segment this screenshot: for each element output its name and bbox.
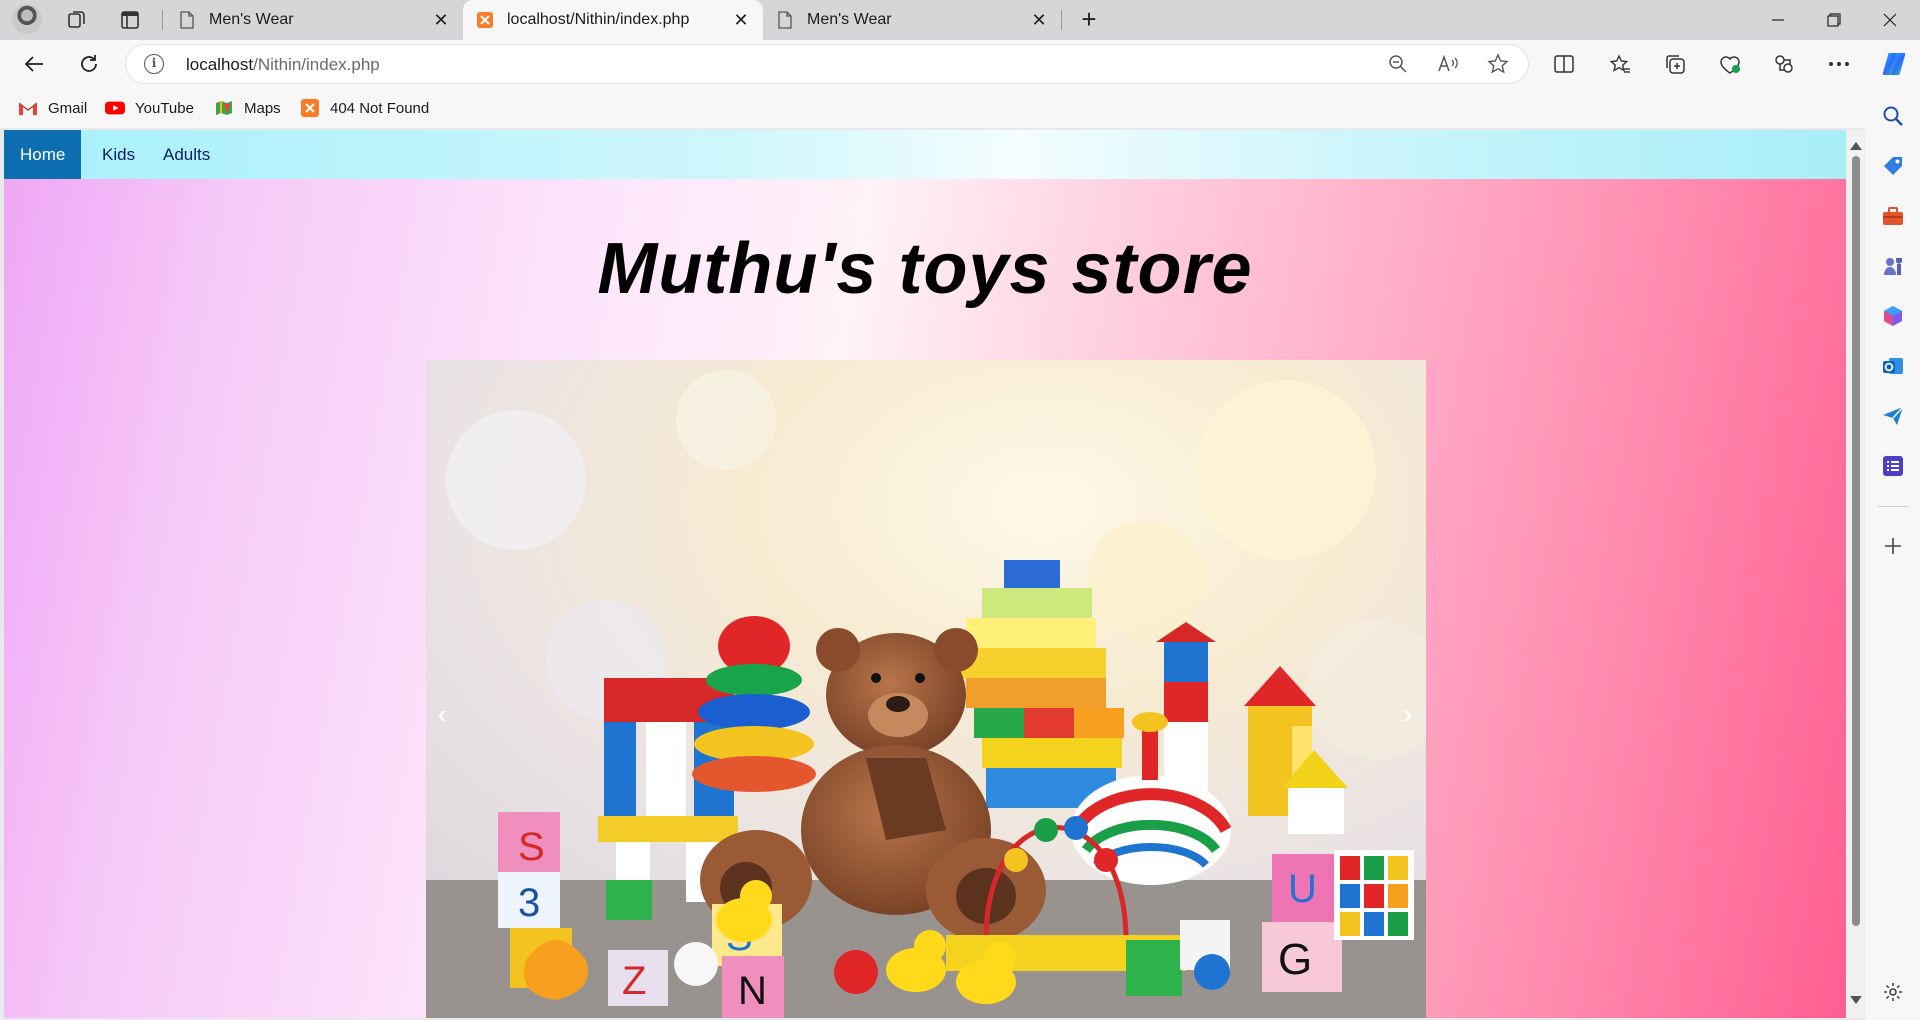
url-path: /Nithin/index.php bbox=[253, 55, 380, 74]
vertical-tabs-icon[interactable] bbox=[117, 7, 143, 33]
favorite-star-icon[interactable] bbox=[1486, 52, 1510, 76]
outlook-icon[interactable] bbox=[1879, 352, 1907, 380]
bookmark-gmail[interactable]: Gmail bbox=[18, 96, 87, 120]
site-info-icon[interactable]: i bbox=[144, 54, 164, 74]
extensions-icon[interactable] bbox=[1768, 48, 1800, 80]
svg-text:S: S bbox=[518, 825, 545, 869]
nav-adults[interactable]: Adults bbox=[147, 130, 226, 179]
bookmarks-bar: Gmail YouTube Maps 404 Not Found bbox=[0, 88, 1920, 128]
xampp-icon bbox=[300, 99, 320, 117]
svg-text:N: N bbox=[738, 969, 767, 1013]
navigation-toolbar: i localhost/Nithin/index.php bbox=[0, 40, 1920, 88]
close-tab-icon[interactable]: ✕ bbox=[1029, 10, 1049, 30]
search-icon[interactable] bbox=[1879, 102, 1907, 130]
profile-avatar[interactable] bbox=[12, 4, 42, 34]
send-icon[interactable] bbox=[1879, 402, 1907, 430]
toys-photo: S 3 Z S N U G bbox=[426, 360, 1426, 1018]
nav-home[interactable]: Home bbox=[4, 130, 82, 179]
carousel-next-button[interactable]: › bbox=[1398, 700, 1418, 730]
zoom-out-icon[interactable] bbox=[1386, 52, 1410, 76]
close-tab-icon[interactable]: ✕ bbox=[731, 10, 751, 30]
close-tab-icon[interactable]: ✕ bbox=[431, 10, 451, 30]
bookmark-label: Maps bbox=[244, 99, 281, 117]
youtube-icon bbox=[105, 99, 125, 117]
forms-list-icon[interactable] bbox=[1879, 452, 1907, 480]
url-host: localhost bbox=[186, 55, 254, 74]
browser-essentials-icon[interactable] bbox=[1714, 48, 1746, 80]
tab-title: Men's Wear bbox=[807, 11, 892, 28]
svg-text:3: 3 bbox=[518, 881, 540, 925]
page-scrollbar[interactable] bbox=[1846, 130, 1866, 1018]
shopping-tag-icon[interactable] bbox=[1879, 152, 1907, 180]
tools-icon[interactable] bbox=[1879, 202, 1907, 230]
scroll-up-arrow-icon[interactable] bbox=[1850, 142, 1862, 150]
page-icon bbox=[180, 11, 194, 29]
tab-strip-divider bbox=[162, 10, 163, 30]
page-icon bbox=[778, 11, 792, 29]
bookmark-label: 404 Not Found bbox=[330, 99, 430, 117]
games-icon[interactable] bbox=[1879, 252, 1907, 280]
page-title: Muthu's toys store bbox=[597, 229, 1253, 309]
tab-strip: Men's Wear ✕ localhost/Nithin/index.php … bbox=[0, 0, 1920, 40]
microsoft-365-icon[interactable] bbox=[1879, 302, 1907, 330]
workspaces-icon[interactable] bbox=[64, 7, 90, 33]
bookmark-youtube[interactable]: YouTube bbox=[105, 96, 194, 120]
bookmark-404-not-found[interactable]: 404 Not Found bbox=[300, 96, 429, 120]
read-aloud-icon[interactable] bbox=[1436, 52, 1460, 76]
site-navbar: Home Kids Adults bbox=[4, 130, 1846, 179]
bookmark-maps[interactable]: Maps bbox=[214, 96, 281, 120]
gmail-icon bbox=[18, 99, 38, 117]
close-window-button[interactable] bbox=[1862, 0, 1918, 40]
refresh-icon[interactable] bbox=[73, 48, 105, 80]
address-url[interactable]: localhost/Nithin/index.php bbox=[186, 55, 380, 75]
sidebar-divider bbox=[1878, 506, 1908, 507]
collections-icon[interactable] bbox=[1659, 48, 1691, 80]
tab-title: Men's Wear bbox=[209, 11, 294, 28]
bookmark-label: Gmail bbox=[48, 99, 88, 117]
address-bar[interactable]: i localhost/Nithin/index.php bbox=[126, 45, 1528, 83]
page-viewport: Home Kids Adults Muthu's toys store S 3 … bbox=[4, 130, 1846, 1018]
more-menu-icon[interactable] bbox=[1823, 48, 1855, 80]
split-screen-icon[interactable] bbox=[1548, 48, 1580, 80]
tab-localhost-index[interactable]: localhost/Nithin/index.php ✕ bbox=[463, 0, 763, 40]
svg-text:U: U bbox=[1288, 867, 1317, 911]
minimize-button[interactable] bbox=[1750, 0, 1806, 40]
tab-divider bbox=[1061, 10, 1062, 30]
edge-sidebar bbox=[1866, 88, 1920, 1020]
tab-mens-wear-1[interactable]: Men's Wear ✕ bbox=[165, 0, 463, 40]
nav-kids[interactable]: Kids bbox=[86, 130, 151, 179]
maps-icon bbox=[214, 99, 234, 117]
copilot-icon[interactable] bbox=[1878, 48, 1910, 80]
xampp-icon bbox=[477, 12, 493, 28]
back-arrow-icon[interactable] bbox=[18, 48, 50, 80]
svg-text:G: G bbox=[1278, 935, 1312, 984]
favorites-icon[interactable] bbox=[1604, 48, 1636, 80]
carousel-prev-button[interactable]: ‹ bbox=[432, 700, 452, 730]
new-tab-button[interactable]: + bbox=[1074, 5, 1104, 35]
tab-title: localhost/Nithin/index.php bbox=[507, 11, 690, 28]
image-carousel[interactable]: S 3 Z S N U G bbox=[426, 360, 1426, 1018]
sidebar-settings-gear-icon[interactable] bbox=[1879, 978, 1907, 1006]
restore-button[interactable] bbox=[1806, 0, 1862, 40]
scrollbar-thumb[interactable] bbox=[1852, 156, 1860, 926]
tab-mens-wear-2[interactable]: Men's Wear ✕ bbox=[763, 0, 1061, 40]
bookmark-label: YouTube bbox=[135, 99, 194, 117]
scroll-down-arrow-icon[interactable] bbox=[1850, 996, 1862, 1004]
svg-text:Z: Z bbox=[622, 959, 646, 1003]
add-sidebar-app-icon[interactable] bbox=[1879, 532, 1907, 560]
